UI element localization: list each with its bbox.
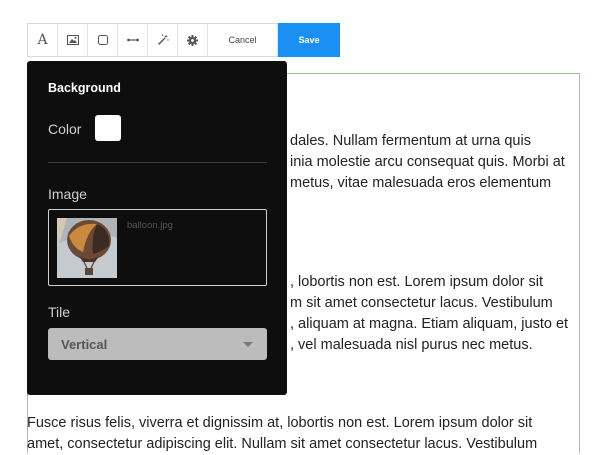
image-file-name: balloon.jpg <box>127 220 173 231</box>
tile-label: Tile <box>48 304 71 320</box>
paragraph-line: amet, consectetur adipiscing elit. Nulla… <box>27 436 538 452</box>
save-button[interactable]: Save <box>278 23 340 57</box>
color-swatch[interactable] <box>95 115 121 141</box>
gear-icon <box>187 34 198 46</box>
image-tool-button[interactable] <box>58 24 88 56</box>
paragraph-1[interactable]: dales. Nullam fermentum at urna quis ini… <box>290 131 565 194</box>
editor-toolbar: A Cancel Save <box>27 23 340 57</box>
paragraph-line: , vel malesuada nisl purus nec metus. <box>290 337 533 353</box>
tile-select[interactable]: Vertical <box>48 328 267 360</box>
panel-divider <box>48 162 267 163</box>
paragraph-line: metus, vitae malesuada eros elementum <box>290 175 552 191</box>
paragraph-line: inia molestie arcu consequat quis. Morbi… <box>290 154 565 170</box>
magic-tool-button[interactable] <box>148 24 178 56</box>
chevron-down-icon <box>243 342 253 347</box>
paragraph-3[interactable]: Fusce risus felis, viverra et dignissim … <box>27 413 537 455</box>
image-picker[interactable]: balloon.jpg <box>48 209 267 286</box>
settings-tool-button[interactable] <box>178 24 208 56</box>
panel-title: Background <box>48 81 121 95</box>
text-tool-button[interactable]: A <box>28 24 58 56</box>
tile-selected-value: Vertical <box>61 337 108 352</box>
text-icon: A <box>37 32 48 48</box>
shape-icon <box>97 35 108 45</box>
background-settings-panel: Background Color Image balloon.jpg Tile … <box>27 61 287 395</box>
balloon-photo-icon <box>57 218 117 278</box>
paragraph-2[interactable]: , lobortis non est. Lorem ipsum dolor si… <box>290 272 568 356</box>
magic-wand-icon <box>157 34 169 45</box>
image-icon <box>66 35 79 45</box>
paragraph-line: dales. Nullam fermentum at urna quis <box>290 133 531 149</box>
link-tool-button[interactable] <box>118 24 148 56</box>
cancel-button[interactable]: Cancel <box>208 24 278 56</box>
image-thumbnail <box>57 218 117 278</box>
paragraph-line: , lobortis non est. Lorem ipsum dolor si… <box>290 274 544 290</box>
paragraph-line: m sit amet consectetur lacus. Vestibulum <box>290 295 553 311</box>
paragraph-line: Fusce risus felis, viverra et dignissim … <box>27 415 533 431</box>
paragraph-line: , aliquam at magna. Etiam aliquam, justo… <box>290 316 569 332</box>
color-label: Color <box>48 121 82 137</box>
shape-tool-button[interactable] <box>88 24 118 56</box>
image-label: Image <box>48 186 87 202</box>
link-icon <box>126 38 139 42</box>
